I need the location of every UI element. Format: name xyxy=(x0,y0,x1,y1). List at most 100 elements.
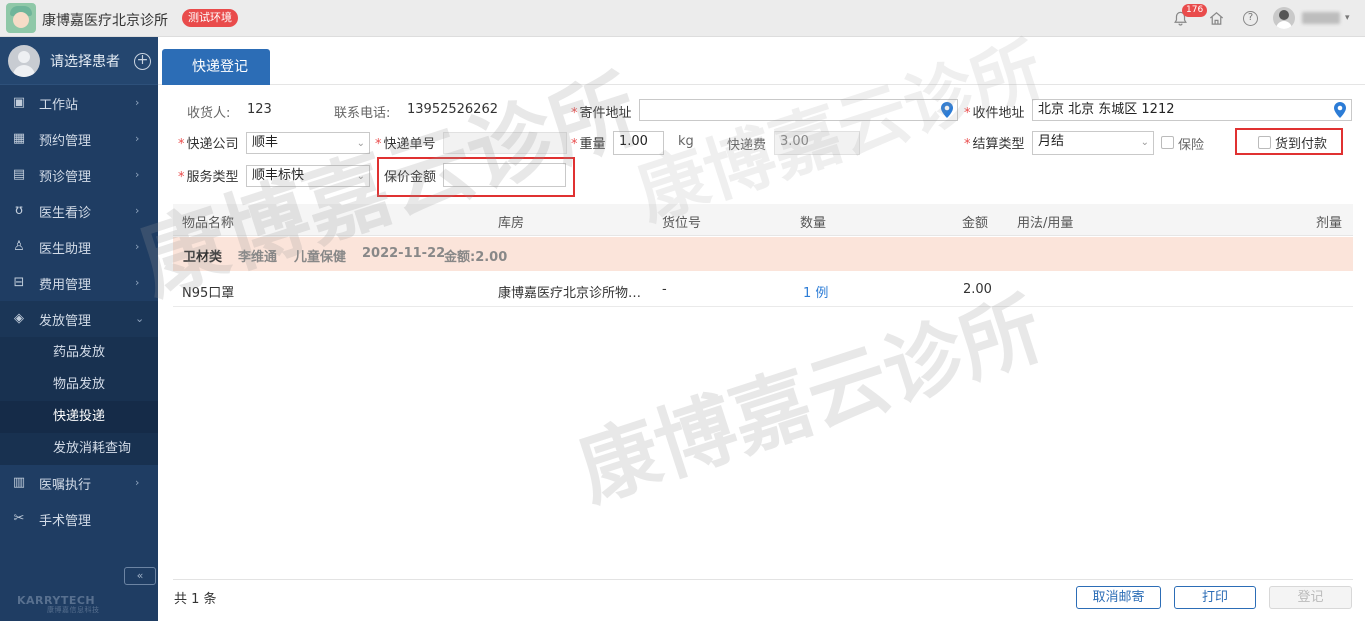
location-pin-icon[interactable] xyxy=(941,102,953,118)
cod-checkbox[interactable] xyxy=(1258,136,1271,149)
sidebar-item-order-execution[interactable]: ▥ 医嘱执行 › xyxy=(0,465,158,501)
chevron-right-icon: › xyxy=(135,204,140,217)
insured-amount-label: 保价金额 xyxy=(384,170,437,185)
col-amount: 金额 xyxy=(962,216,989,231)
order-icon: ▥ xyxy=(12,475,26,490)
clinic-logo xyxy=(6,3,36,33)
top-bar: 康博嘉医疗北京诊所 测试环境 176 ? ▾ xyxy=(0,0,1365,37)
cancel-mailing-button[interactable]: 取消邮寄 xyxy=(1076,586,1161,609)
cod-label: 货到付款 xyxy=(1275,137,1328,152)
total-count: 共 1 条 xyxy=(174,592,217,607)
col-warehouse: 库房 xyxy=(498,216,525,231)
table-row[interactable]: N95口罩 康博嘉医疗北京诊所物… - 1 例 2.00 xyxy=(173,271,1353,307)
settlement-select[interactable]: 月结 ⌄ xyxy=(1032,131,1154,155)
chevron-down-icon: ⌄ xyxy=(1140,137,1149,148)
courier-select[interactable]: 顺丰 ⌄ xyxy=(246,132,370,154)
brand-subtext: 康博嘉信息科技 xyxy=(47,606,100,614)
user-name-blurred[interactable] xyxy=(1302,12,1340,24)
calendar-icon: ▦ xyxy=(12,131,26,146)
col-usage: 用法/用量 xyxy=(1017,216,1074,231)
sidebar-item-label: 医生看诊 xyxy=(39,205,92,221)
service-type-label: * 服务类型 xyxy=(178,170,239,185)
insurance-label: 保险 xyxy=(1178,138,1205,153)
sidebar-subitem-drug-dispensing[interactable]: 药品发放 xyxy=(0,337,158,369)
chevron-right-icon: › xyxy=(135,132,140,145)
sender-address-label: * 寄件地址 xyxy=(571,106,632,121)
chevron-right-icon: › xyxy=(135,476,140,489)
sidebar-item-pre-diagnosis[interactable]: ▤ 预诊管理 › xyxy=(0,157,158,193)
sidebar-item-billing[interactable]: ⊟ 费用管理 › xyxy=(0,265,158,301)
sidebar-subitem-consumption-query[interactable]: 发放消耗查询 xyxy=(0,433,158,465)
settlement-label: * 结算类型 xyxy=(964,137,1025,152)
group-department: 儿童保健 xyxy=(294,250,347,265)
sidebar-item-workstation[interactable]: ▣ 工作站 › xyxy=(0,85,158,121)
sidebar-item-dispensing[interactable]: ◈ 发放管理 ⌄ xyxy=(0,301,158,337)
scissors-icon: ✂ xyxy=(13,511,25,526)
insurance-checkbox[interactable] xyxy=(1161,136,1174,149)
group-date: 2022-11-22 xyxy=(362,246,446,261)
patient-select-label: 请选择患者 xyxy=(50,53,120,70)
chevron-down-icon[interactable]: ▾ xyxy=(1345,13,1350,23)
chevron-right-icon: › xyxy=(135,240,140,253)
sidebar-subitem-express-delivery[interactable]: 快递投递 xyxy=(0,401,158,433)
workstation-icon: ▣ xyxy=(12,95,26,110)
sidebar-item-doctor-assistant[interactable]: ♙ 医生助理 › xyxy=(0,229,158,265)
user-avatar[interactable] xyxy=(1273,7,1295,29)
col-dose: 剂量 xyxy=(1316,216,1343,231)
cell-name: N95口罩 xyxy=(182,286,235,301)
sidebar-collapse-button[interactable]: « xyxy=(124,567,156,585)
sidebar-item-label: 预约管理 xyxy=(39,133,92,149)
chevron-right-icon: › xyxy=(135,168,140,181)
col-name: 物品名称 xyxy=(182,216,235,231)
weight-input[interactable]: 1.00 xyxy=(613,131,664,155)
tab-express-register[interactable]: 快递登记 xyxy=(162,49,270,85)
add-patient-icon[interactable]: + xyxy=(134,53,151,70)
receiver-label: 收货人: xyxy=(187,106,231,121)
sidebar-item-label: 医嘱执行 xyxy=(39,477,92,493)
sidebar-item-doctor-visit[interactable]: ʊ 医生看诊 › xyxy=(0,193,158,229)
patient-avatar xyxy=(8,44,40,77)
sidebar-item-label: 预诊管理 xyxy=(39,169,92,185)
register-button[interactable]: 登记 xyxy=(1269,586,1352,609)
express-register-panel: 收货人: 123 联系电话: 13952526262 * 寄件地址 * 收件地址 北… xyxy=(127,27,1365,621)
billing-icon: ⊟ xyxy=(13,275,25,290)
sender-address-input[interactable] xyxy=(639,99,958,121)
group-doctor: 李维通 xyxy=(238,250,278,265)
sidebar-item-label: 医生助理 xyxy=(39,241,92,257)
tracking-label: * 快递单号 xyxy=(375,137,436,152)
weight-unit: kg xyxy=(678,134,694,149)
brand-logo: KARRYTECH 康博嘉信息科技 xyxy=(17,594,100,615)
env-badge: 测试环境 xyxy=(182,9,238,27)
col-location: 货位号 xyxy=(662,216,702,231)
receiver-address-label: * 收件地址 xyxy=(964,106,1025,121)
chevron-down-icon: ⌄ xyxy=(356,171,365,182)
sidebar-item-surgery[interactable]: ✂ 手术管理 xyxy=(0,501,158,537)
col-quantity: 数量 xyxy=(800,216,827,231)
sidebar-subitem-goods-dispensing[interactable]: 物品发放 xyxy=(0,369,158,401)
cell-quantity[interactable]: 1 例 xyxy=(803,282,828,301)
chevron-down-icon: ⌄ xyxy=(135,312,145,325)
help-icon[interactable]: ? xyxy=(1243,11,1258,26)
location-pin-icon[interactable] xyxy=(1334,102,1346,118)
sidebar-item-label: 费用管理 xyxy=(39,277,92,293)
sidebar-item-label: 发放管理 xyxy=(39,313,92,329)
courier-label: * 快递公司 xyxy=(178,137,239,152)
sidebar-item-label: 手术管理 xyxy=(39,513,92,529)
chevron-right-icon: › xyxy=(135,96,140,109)
cell-warehouse: 康博嘉医疗北京诊所物… xyxy=(498,286,642,301)
tab-strip: 快递登记 xyxy=(158,37,1365,85)
service-type-select[interactable]: 顺丰标快 ⌄ xyxy=(246,165,370,187)
sidebar-item-appointments[interactable]: ▦ 预约管理 › xyxy=(0,121,158,157)
insured-amount-input[interactable] xyxy=(443,163,566,187)
home-icon[interactable] xyxy=(1208,10,1225,27)
table-group-row: 卫材类 李维通 儿童保健 2022-11-22 金额:2.00 xyxy=(173,237,1353,271)
cell-location: - xyxy=(662,282,667,297)
receiver-address-input[interactable]: 北京 北京 东城区 1212 xyxy=(1032,99,1352,121)
sidebar: 请选择患者 + ▣ 工作站 › ▦ 预约管理 › ▤ 预诊管理 › ʊ 医生看诊… xyxy=(0,37,158,621)
clinic-name: 康博嘉医疗北京诊所 xyxy=(42,13,168,29)
clipboard-icon: ▤ xyxy=(12,167,26,182)
phone-value: 13952526262 xyxy=(407,102,498,117)
tracking-number-input[interactable] xyxy=(443,132,567,154)
fee-label: 快递费 xyxy=(727,138,767,153)
print-button[interactable]: 打印 xyxy=(1174,586,1256,609)
